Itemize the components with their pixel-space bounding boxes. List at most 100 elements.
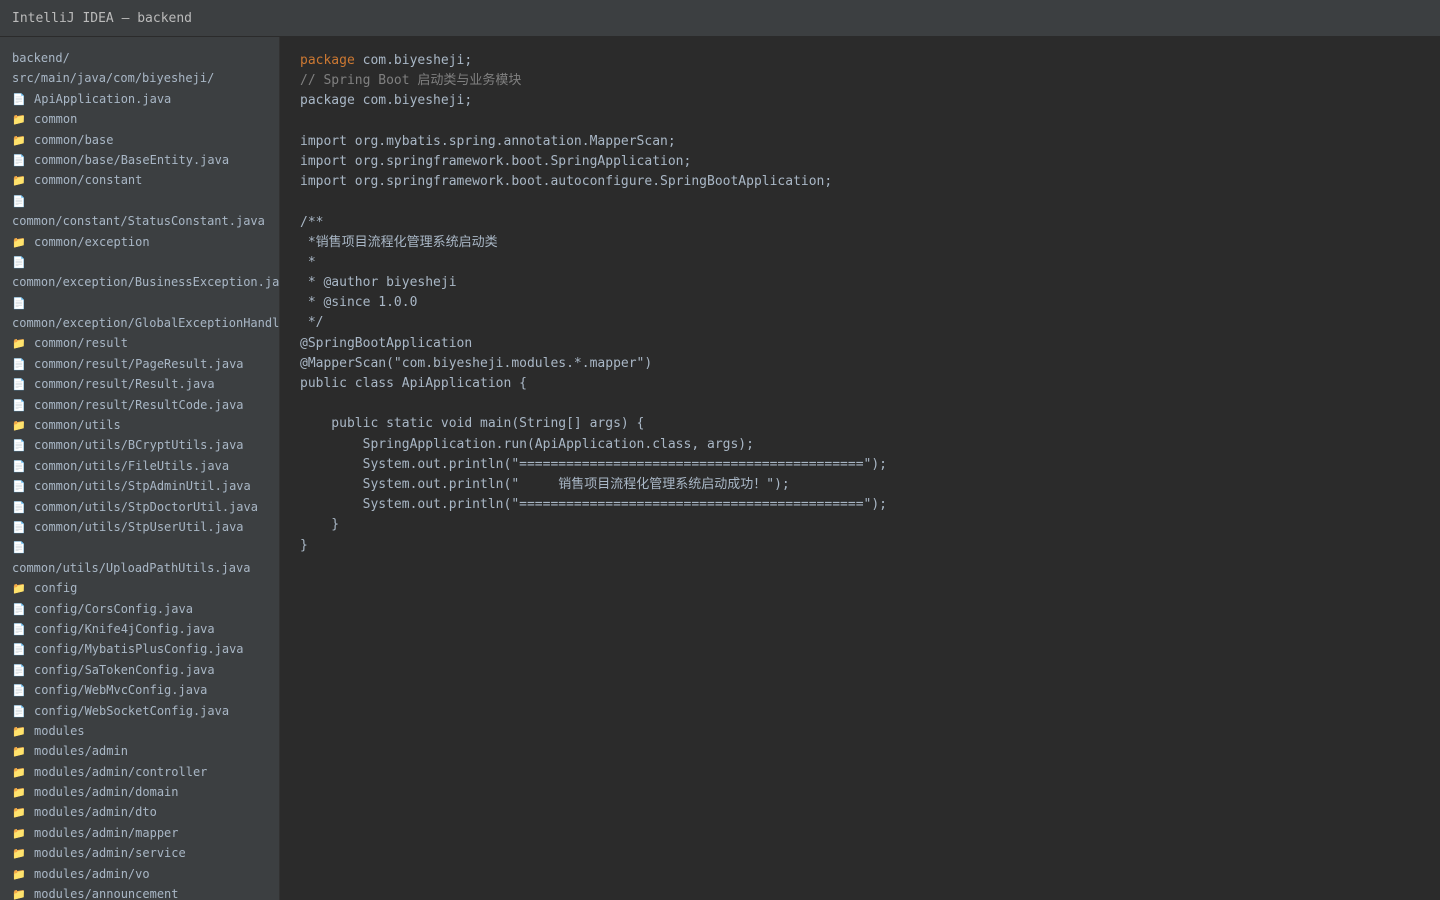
file-icon: 📄 (12, 153, 26, 167)
tree-item-label: modules/admin/controller (34, 764, 208, 779)
code-text: /** (300, 214, 324, 230)
tree-item-label: common/utils (34, 418, 121, 433)
tree-item[interactable]: 📁 modules/admin/controller (12, 762, 279, 782)
tree-item[interactable]: 📁 common/base (12, 130, 279, 150)
code-text: com.biyesheji; (354, 53, 473, 68)
code-line[interactable] (300, 394, 1440, 414)
file-icon: 📄 (12, 643, 26, 657)
code-line[interactable]: import org.springframework.boot.SpringAp… (300, 152, 1440, 172)
code-line[interactable]: System.out.println("====================… (300, 455, 1440, 475)
tree-item[interactable]: 📄 config/WebMvcConfig.java (12, 680, 279, 700)
code-line[interactable]: import org.mybatis.spring.annotation.Map… (300, 132, 1440, 152)
tree-item[interactable]: 📄 common/result/Result.java (12, 374, 279, 394)
tree-item[interactable]: 📄 config/MybatisPlusConfig.java (12, 639, 279, 659)
tree-item-label: common/exception/GlobalExceptionHandler.… (12, 316, 279, 331)
tree-item[interactable]: 📄 ApiApplication.java (12, 89, 279, 109)
folder-icon: 📁 (12, 113, 26, 127)
tree-item[interactable]: 📁 modules/admin/domain (12, 782, 279, 802)
code-line[interactable] (300, 192, 1440, 212)
tree-item[interactable]: 📁 config (12, 578, 279, 598)
tree-item[interactable]: 📄 (12, 252, 279, 272)
tree-item[interactable]: 📁 modules/announcement (12, 884, 279, 900)
tree-item[interactable]: 📄 common/utils/StpDoctorUtil.java (12, 497, 279, 517)
tree-item[interactable]: 📄 common/base/BaseEntity.java (12, 150, 279, 170)
tree-item[interactable]: 📄 (12, 293, 279, 313)
code-line[interactable]: // Spring Boot 启动类与业务模块 (300, 71, 1440, 91)
code-line[interactable]: */ (300, 313, 1440, 333)
code-text: import org.mybatis.spring.annotation.Map… (300, 133, 676, 149)
tree-item-label: modules/admin/domain (34, 785, 179, 800)
code-line[interactable]: } (300, 515, 1440, 535)
tree-item-label: config/MybatisPlusConfig.java (34, 642, 244, 657)
tree-item[interactable]: backend/ (12, 48, 279, 68)
tree-item[interactable]: 📄 common/utils/StpAdminUtil.java (12, 476, 279, 496)
code-text: public class ApiApplication { (300, 376, 527, 391)
tree-item-label: common/result/ResultCode.java (34, 397, 244, 412)
code-line[interactable]: } (300, 536, 1440, 556)
code-line[interactable]: /** (300, 213, 1440, 233)
tree-item[interactable]: 📄 config/CorsConfig.java (12, 599, 279, 619)
project-tree[interactable]: backend/src/main/java/com/biyesheji/ 📄 Api… (0, 37, 279, 900)
code-line[interactable]: SpringApplication.run(ApiApplication.cla… (300, 435, 1440, 455)
tree-item[interactable]: common/constant/StatusConstant.java (12, 211, 279, 231)
tree-item-label: common/utils/BCryptUtils.java (34, 438, 244, 453)
tree-item[interactable]: 📁 common/constant (12, 170, 279, 190)
code-text: import org.springframework.boot.SpringAp… (300, 153, 692, 169)
tree-item[interactable]: 📄 common/result/PageResult.java (12, 354, 279, 374)
code-line[interactable]: System.out.println(" 销售项目流程化管理系统启动成功！"); (300, 475, 1440, 495)
tree-item[interactable]: 📁 modules/admin/vo (12, 864, 279, 884)
file-icon: 📄 (12, 480, 26, 494)
code-line[interactable]: * @since 1.0.0 (300, 293, 1440, 313)
file-icon: 📄 (12, 602, 26, 616)
tree-item-label: config/SaTokenConfig.java (34, 662, 215, 677)
keyword-token: package (300, 53, 355, 68)
tree-item[interactable]: 📄 common/result/ResultCode.java (12, 395, 279, 415)
file-icon: 📄 (12, 663, 26, 677)
code-line[interactable]: *销售项目流程化管理系统启动类 (300, 233, 1440, 253)
tree-item[interactable]: 📁 modules/admin (12, 741, 279, 761)
tree-item[interactable]: 📁 common/result (12, 333, 279, 353)
tree-item[interactable]: 📄 config/WebSocketConfig.java (12, 701, 279, 721)
folder-icon: 📁 (12, 582, 26, 596)
tree-item-label: config/Knife4jConfig.java (34, 621, 215, 636)
code-line[interactable]: public static void main(String[] args) { (300, 414, 1440, 434)
code-text: public static void main(String[] args) { (300, 416, 645, 432)
code-line[interactable] (300, 112, 1440, 132)
tree-item[interactable]: 📁 common/utils (12, 415, 279, 435)
window-title: IntelliJ IDEA — backend (12, 10, 193, 26)
tree-item[interactable]: 📁 common/exception (12, 232, 279, 252)
file-icon: 📄 (12, 459, 26, 473)
code-line[interactable]: @MapperScan("com.biyesheji.modules.*.map… (300, 354, 1440, 374)
tree-item[interactable]: 📄 common/utils/FileUtils.java (12, 456, 279, 476)
code-line[interactable]: package com.biyesheji; (300, 91, 1440, 111)
tree-item[interactable]: 📁 modules/admin/service (12, 843, 279, 863)
tree-item[interactable]: 📄 config/Knife4jConfig.java (12, 619, 279, 639)
tree-item-label: modules (34, 723, 85, 738)
tree-item[interactable]: 📁 modules/admin/dto (12, 802, 279, 822)
tree-item[interactable]: common/exception/GlobalExceptionHandler.… (12, 313, 279, 333)
tree-item[interactable]: 📄 (12, 191, 279, 211)
tree-item-label: common/result (34, 336, 128, 351)
code-line[interactable]: @SpringBootApplication (300, 334, 1440, 354)
tree-item[interactable]: 📄 common/utils/BCryptUtils.java (12, 435, 279, 455)
tree-item[interactable]: common/exception/BusinessException.java (12, 272, 279, 292)
tree-item[interactable]: 📄 common/utils/StpUserUtil.java (12, 517, 279, 537)
tree-item-label: modules/admin (34, 744, 128, 759)
tree-item[interactable]: 📁 modules (12, 721, 279, 741)
code-line[interactable]: * (300, 253, 1440, 273)
tree-item[interactable]: 📄 config/SaTokenConfig.java (12, 660, 279, 680)
code-editor[interactable]: package com.biyesheji; // Spring Boot 启动类… (280, 37, 1440, 900)
code-line[interactable]: public class ApiApplication { (300, 374, 1440, 394)
tree-item[interactable]: src/main/java/com/biyesheji/ (12, 68, 279, 88)
tree-item-label: config (34, 581, 78, 596)
code-line[interactable]: System.out.println("====================… (300, 495, 1440, 515)
tree-item[interactable]: 📁 common (12, 109, 279, 129)
code-line[interactable]: import org.springframework.boot.autoconf… (300, 172, 1440, 192)
tree-item[interactable]: 📁 modules/admin/mapper (12, 823, 279, 843)
code-line[interactable]: * @author biyesheji (300, 273, 1440, 293)
code-text: SpringApplication.run(ApiApplication.cla… (300, 436, 754, 452)
file-icon: 📄 (12, 520, 26, 534)
tree-item[interactable]: common/utils/UploadPathUtils.java (12, 558, 279, 578)
code-line[interactable]: package com.biyesheji; (300, 51, 1440, 71)
tree-item[interactable]: 📄 (12, 537, 279, 557)
